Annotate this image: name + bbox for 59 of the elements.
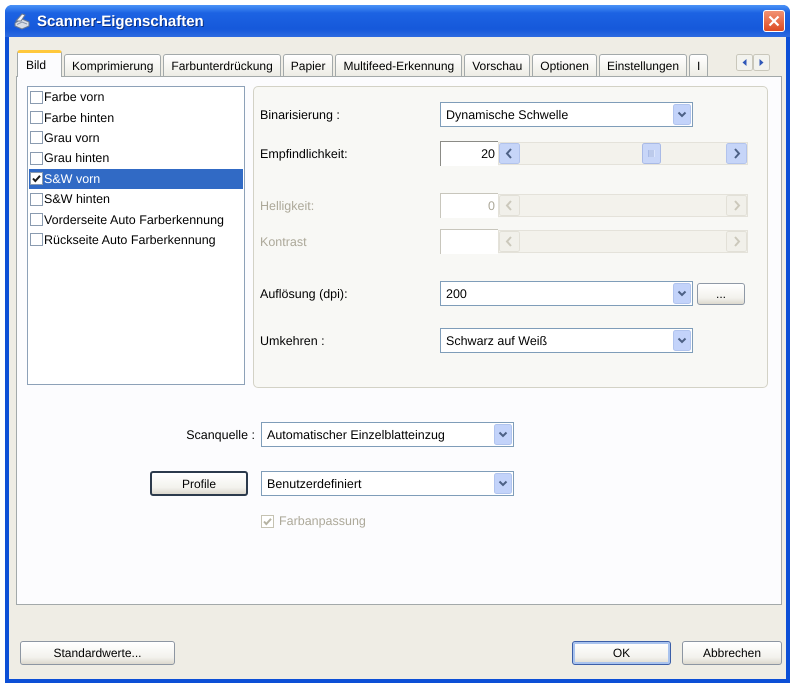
checkbox-label: Farbanpassung (279, 514, 366, 528)
checkbox[interactable] (30, 131, 43, 144)
scan-source-label: Scanquelle : (186, 428, 255, 442)
dropdown[interactable]: 200 (440, 281, 693, 306)
list-item[interactable]: Farbe hinten (29, 107, 243, 128)
ok-button[interactable]: OK (572, 641, 671, 665)
tab[interactable]: Optionen (532, 54, 597, 76)
chevron-down-icon[interactable] (494, 424, 512, 445)
tab[interactable]: Komprimierung (64, 54, 162, 76)
triangle-left-icon[interactable] (736, 54, 753, 71)
window-title: Scanner-Eigenschaften (37, 12, 205, 30)
setting-label: Kontrast (260, 234, 308, 248)
list-item[interactable]: S&W hinten (29, 188, 243, 210)
list-item[interactable]: Grau hinten (29, 148, 243, 169)
close-icon (768, 15, 780, 27)
chevron-down-icon[interactable] (673, 104, 691, 125)
checkbox[interactable] (30, 90, 43, 104)
setting-label: Helligkeit: (260, 198, 316, 212)
chevron-down-icon[interactable] (673, 283, 691, 304)
value-field[interactable]: 20 (440, 141, 498, 166)
close-button[interactable] (763, 10, 785, 32)
chevron-down-icon[interactable] (494, 473, 512, 494)
dropdown[interactable]: Automatischer Einzelblatteinzug (261, 422, 514, 447)
list-item[interactable]: Grau vorn (29, 128, 243, 148)
list-item[interactable]: S&W vorn (29, 168, 243, 189)
triangle-right-icon[interactable] (753, 54, 770, 71)
list-item[interactable]: Rückseite Auto Farberkennung (29, 230, 243, 250)
scanner-icon (13, 12, 31, 30)
profile-button[interactable]: Profile (150, 471, 248, 496)
setting-label: Umkehren : (260, 334, 326, 348)
tab[interactable]: I (689, 54, 708, 76)
tab[interactable]: Multifeed-Erkennung (335, 54, 462, 76)
dropdown[interactable]: Schwarz auf Weiß (440, 328, 693, 353)
tab[interactable]: Papier (282, 54, 334, 76)
setting-label: Binarisierung : (260, 108, 341, 122)
checkbox[interactable] (30, 152, 43, 165)
slider-thumb[interactable] (642, 143, 661, 164)
checkbox[interactable] (30, 172, 43, 186)
setting-label: Empfindlichkeit: (260, 146, 349, 160)
tab[interactable]: Bild (17, 50, 62, 77)
chevron-down-icon[interactable] (673, 330, 691, 351)
setting-label: Auflösung (dpi): (260, 286, 349, 300)
cancel-button[interactable]: Abbrechen (682, 641, 782, 665)
defaults-button[interactable]: Standardwerte... (20, 641, 175, 665)
list-item[interactable]: Farbe vorn (29, 87, 243, 108)
tab[interactable]: Vorschau (464, 54, 530, 76)
value-field[interactable] (440, 229, 498, 254)
tab[interactable]: Einstellungen (598, 54, 688, 76)
checkbox[interactable] (30, 213, 43, 226)
dropdown[interactable]: Dynamische Schwelle (440, 102, 693, 127)
chevron-left-icon[interactable] (499, 143, 520, 164)
checkbox[interactable] (30, 111, 43, 124)
checkbox[interactable] (30, 233, 43, 246)
chevron-right-icon[interactable] (726, 143, 747, 164)
list-item[interactable]: Vorderseite Auto Farberkennung (29, 209, 243, 230)
dropdown[interactable]: Benutzerdefiniert (261, 471, 514, 496)
tab[interactable]: Farbunterdrückung (163, 54, 281, 76)
browse-button[interactable]: ... (697, 282, 745, 304)
checkbox[interactable] (30, 192, 43, 206)
